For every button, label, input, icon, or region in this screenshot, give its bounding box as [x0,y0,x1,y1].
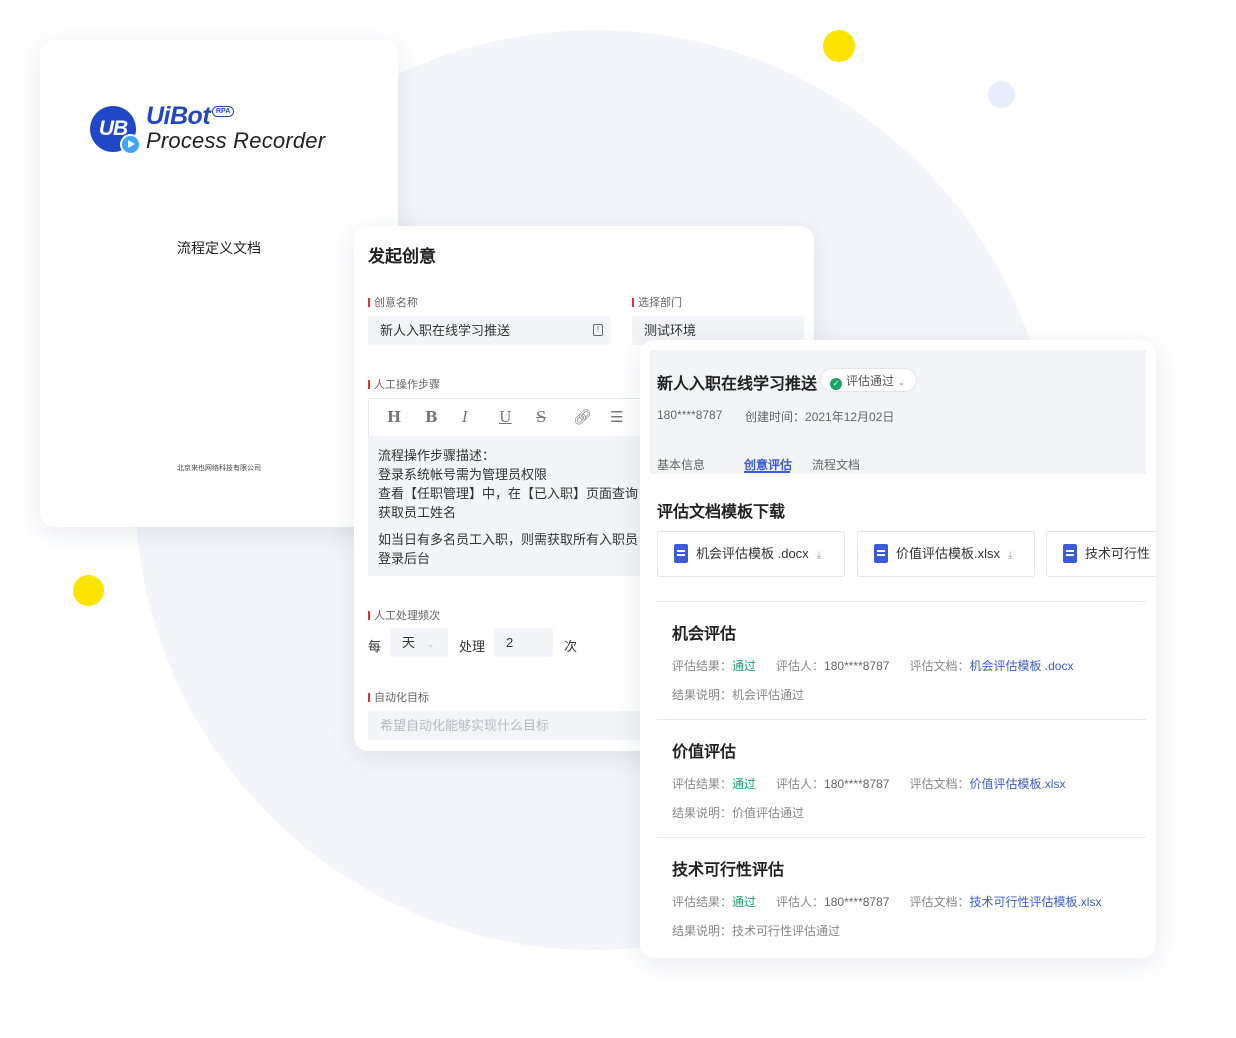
result-value: 通过 [732,895,757,909]
document-icon [674,544,688,563]
chevron-down-icon: ⌄ [427,639,435,649]
document-cover-card: UB UiBot RPA Process Recorder 流程定义文档 北京来… [40,40,398,527]
template-file-name: 机会评估模板 .docx [696,546,809,561]
document-title: 流程定义文档 [177,240,261,256]
status-text: 评估通过 [846,374,895,388]
download-icon[interactable]: ⤓ [1008,550,1012,561]
document-label: 评估文档： [909,777,970,791]
created-time: 创建时间：2021年12月02日 [745,408,894,425]
check-icon: ✓ [830,378,842,390]
document-label: 评估文档： [909,659,970,673]
document-icon [874,544,888,563]
decorative-dot [988,81,1015,108]
divider [657,837,1146,838]
evaluation-title: 技术可行性评估 [672,862,785,879]
note-label: 结果说明： [672,688,733,702]
evaluator-value: 180****8787 [824,777,890,791]
creator-phone: 180****8787 [657,408,723,422]
italic-icon[interactable]: I [462,408,468,426]
download-icon[interactable]: ⤓ [817,550,821,561]
created-label: 创建时间： [745,410,806,424]
frequency-unit-select[interactable]: 天 ⌄ [390,628,448,657]
document-link[interactable]: 机会评估模板 .docx [969,659,1073,673]
frequency-process-text: 处理 [459,639,486,654]
bold-icon[interactable]: B [425,408,438,426]
divider [657,601,1146,602]
template-file-value[interactable]: 价值评估模板.xlsx ⤓ [857,531,1035,577]
underline-icon[interactable]: U [499,408,512,426]
decorative-dot [73,575,104,606]
idea-name-label: 创意名称 [368,294,418,310]
frequency-count-input[interactable]: 2 [494,628,553,657]
evaluation-meta: 评估结果：通过 评估人：180****8787 评估文档：价值评估模板.xlsx [672,775,1065,792]
evaluation-note: 结果说明：价值评估通过 [672,804,804,821]
template-file-technical[interactable]: 技术可行性 [1046,531,1156,577]
detail-header: 新人入职在线学习推送 ✓ 评估通过 ⌄ 180****8787 创建时间：2021年… [650,350,1146,474]
template-file-name: 技术可行性 [1085,546,1151,561]
evaluator-value: 180****8787 [824,895,890,909]
result-value: 通过 [732,659,757,673]
document-link[interactable]: 技术可行性评估模板.xlsx [969,895,1101,909]
templates-section-title: 评估文档模板下载 [657,504,786,521]
evaluator-label: 评估人： [776,777,825,791]
idea-title: 新人入职在线学习推送 [657,376,818,393]
note-value: 技术可行性评估通过 [732,924,841,938]
result-label: 评估结果： [672,895,733,909]
tab-process-documents[interactable]: 流程文档 [812,456,860,473]
evaluator-label: 评估人： [776,895,825,909]
idea-name-input[interactable]: 新人入职在线学习推送 ! [368,316,611,345]
idea-detail-card: 新人入职在线学习推送 ✓ 评估通过 ⌄ 180****8787 创建时间：2021年… [640,340,1156,958]
heading-icon[interactable]: H [387,408,401,426]
evaluation-meta: 评估结果：通过 评估人：180****8787 评估文档：机会评估模板 .docx [672,657,1074,674]
chevron-down-icon: ⌄ [898,378,905,387]
note-value: 机会评估通过 [732,688,805,702]
evaluator-value: 180****8787 [824,659,890,673]
strikethrough-icon[interactable]: S [536,408,546,426]
uibot-logo: UB UiBot RPA Process Recorder [90,102,350,162]
link-icon[interactable]: 🔗︎ [573,408,592,426]
result-value: 通过 [732,777,757,791]
company-name: 北京来也网络科技有限公司 [177,465,261,472]
decorative-dot [823,30,855,62]
frequency-unit-value: 天 [402,635,416,650]
document-link[interactable]: 价值评估模板.xlsx [969,777,1065,791]
result-label: 评估结果： [672,777,733,791]
manual-steps-label: 人工操作步骤 [368,376,440,392]
input-settings-icon[interactable]: ! [593,324,603,336]
document-icon [1063,544,1077,563]
evaluation-title: 机会评估 [672,626,737,643]
logo-brand: UiBot [146,102,211,130]
template-file-name: 价值评估模板.xlsx [896,546,1001,561]
note-value: 价值评估通过 [732,806,805,820]
note-label: 结果说明： [672,924,733,938]
evaluator-label: 评估人： [776,659,825,673]
frequency-label: 人工处理频次 [368,607,440,623]
automation-goal-label: 自动化目标 [368,689,429,705]
form-title: 发起创意 [368,247,436,266]
evaluation-title: 价值评估 [672,744,737,761]
play-icon [120,134,141,155]
department-label: 选择部门 [632,294,682,310]
logo-subtitle: Process Recorder [146,128,326,153]
note-label: 结果说明： [672,806,733,820]
evaluation-note: 结果说明：技术可行性评估通过 [672,922,840,939]
frequency-every-text: 每 [368,639,382,654]
result-label: 评估结果： [672,659,733,673]
logo-rpa-tag: RPA [212,106,235,117]
tab-basic-info[interactable]: 基本信息 [657,456,705,473]
divider [657,719,1146,720]
status-badge[interactable]: ✓ 评估通过 ⌄ [820,368,917,392]
list-icon[interactable]: ☰ [610,408,623,426]
template-file-opportunity[interactable]: 机会评估模板 .docx ⤓ [657,531,845,577]
document-label: 评估文档： [909,895,970,909]
frequency-times-text: 次 [564,639,578,654]
evaluation-note: 结果说明：机会评估通过 [672,686,804,703]
active-tab-indicator [744,471,790,473]
created-value: 2021年12月02日 [805,410,895,424]
idea-name-value: 新人入职在线学习推送 [380,323,511,338]
evaluation-meta: 评估结果：通过 评估人：180****8787 评估文档：技术可行性评估模板.xls… [672,893,1101,910]
